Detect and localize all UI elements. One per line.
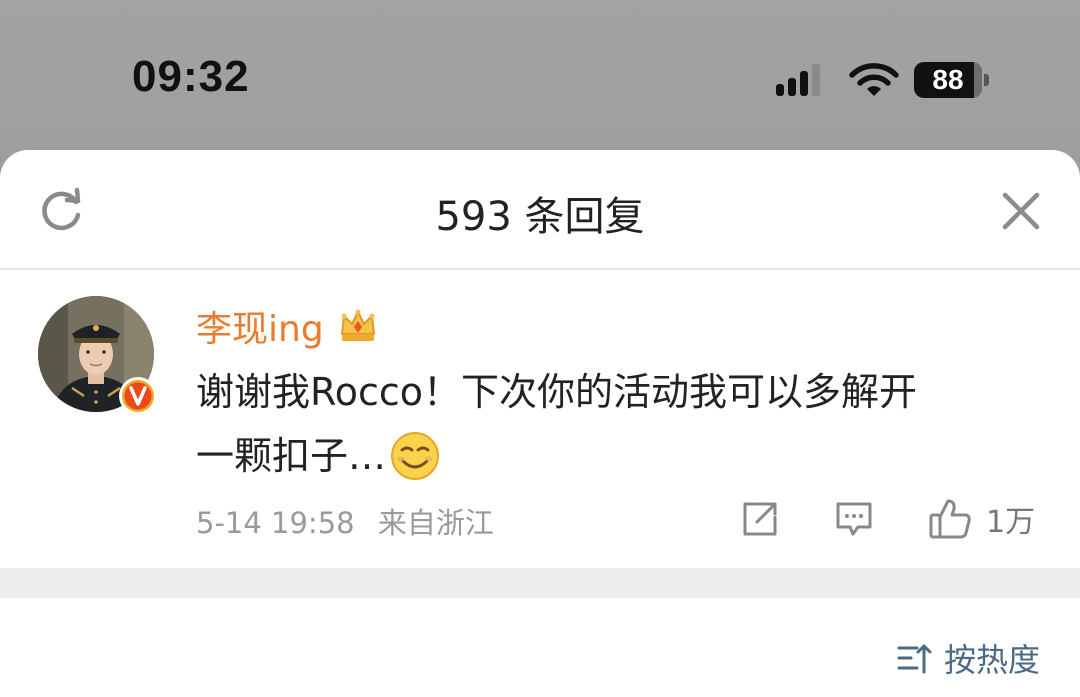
sheet-header: 593 条回复 xyxy=(0,150,1080,270)
battery-icon: 88 xyxy=(914,62,990,98)
comment-icon xyxy=(836,502,872,536)
username[interactable]: 李现ing xyxy=(196,300,324,352)
comment-meta: 5-14 19:58 来自浙江 xyxy=(196,500,494,542)
status-time: 09:32 xyxy=(132,52,250,101)
refresh-icon[interactable] xyxy=(36,186,86,236)
avatar[interactable] xyxy=(38,296,158,416)
signal-icon xyxy=(776,64,820,96)
comment-text: 谢谢我Rocco！下次你的活动我可以多解开 一颗扣子… xyxy=(196,360,1036,488)
comment-text-span: 一颗扣子… xyxy=(196,434,387,478)
close-icon[interactable] xyxy=(998,188,1044,234)
smile-emoji-icon xyxy=(391,432,440,480)
comment-text-line: 谢谢我Rocco！下次你的活动我可以多解开 xyxy=(196,370,917,414)
sort-by-hot-button[interactable]: 按热度 xyxy=(896,636,1040,680)
share-button[interactable] xyxy=(740,496,780,542)
sort-icon xyxy=(897,644,932,674)
battery-level-text: 88 xyxy=(932,64,964,95)
battery-body: 88 xyxy=(914,62,982,98)
share-icon xyxy=(743,502,777,536)
reply-button[interactable] xyxy=(834,496,874,542)
verified-badge-icon xyxy=(119,377,157,415)
comment-location: 来自浙江 xyxy=(377,506,494,540)
comment-item: 李现ing 谢谢我Rocco！下次你的活动我可以多解开 一颗扣子… 5-14 1… xyxy=(0,270,1080,568)
replies-sheet: 593 条回复 李现ing 谢谢我Rocco！下次你的活动我可以多解开 一颗扣子… xyxy=(0,150,1080,697)
status-bar: 09:32 88 xyxy=(0,0,1080,150)
crown-icon xyxy=(340,309,375,341)
comment-date: 5-14 19:58 xyxy=(196,506,355,540)
screen: 09:32 88 593 条回复 李现ing 谢谢我Rocco！下次你的活动我可… xyxy=(0,0,1080,697)
username-row: 李现ing xyxy=(196,300,380,352)
section-divider xyxy=(0,568,1080,598)
comment-text-line: 一颗扣子… xyxy=(196,424,1036,488)
sheet-title: 593 条回复 xyxy=(435,194,645,240)
battery-tip xyxy=(984,74,989,86)
like-button[interactable]: 1万 xyxy=(928,496,1035,542)
sort-label: 按热度 xyxy=(943,641,1040,679)
thumbs-up-icon xyxy=(929,499,971,539)
like-count: 1万 xyxy=(986,505,1036,540)
wifi-icon xyxy=(849,63,899,96)
